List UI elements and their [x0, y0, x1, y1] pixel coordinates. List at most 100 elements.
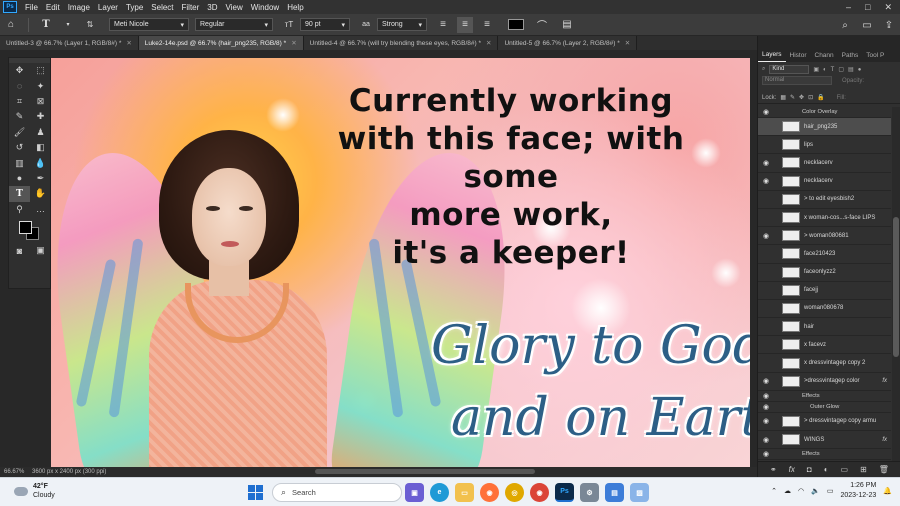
add-mask-icon[interactable]: ◘ [807, 465, 812, 474]
new-group-icon[interactable]: ▭ [841, 465, 849, 474]
share-icon[interactable]: ⇪ [881, 17, 897, 33]
layer-thumbnail[interactable] [782, 321, 800, 333]
taskbar-search[interactable]: ⌕ Search [272, 483, 402, 502]
layer-thumbnail[interactable] [782, 230, 800, 242]
layer-thumbnail[interactable] [782, 375, 800, 387]
visibility-eye-icon[interactable]: ◉ [758, 108, 774, 116]
wifi-icon[interactable]: ◠ [798, 487, 804, 495]
cloud-sync-icon[interactable]: ☁ [784, 487, 791, 495]
gradient-tool-icon[interactable]: ▥ [9, 155, 30, 170]
layer-row[interactable]: ◉ WINGS fx [758, 431, 891, 450]
weather-widget[interactable]: 42°F Cloudy [14, 482, 55, 500]
visibility-eye-icon[interactable]: ◉ [758, 159, 774, 167]
eyedropper-tool-icon[interactable]: ✎ [9, 109, 30, 124]
filter-kind-select[interactable]: Kind [769, 65, 810, 74]
layer-name[interactable]: > dressvintagep copy armu [804, 418, 876, 424]
filter-type-icon[interactable]: T [831, 67, 835, 73]
layers-scrollbar[interactable] [892, 107, 900, 461]
layer-thumbnail[interactable] [782, 284, 800, 296]
file-explorer-icon[interactable]: ▭ [455, 483, 474, 502]
lock-pixels-icon[interactable]: ✎ [790, 94, 795, 101]
zoom-level[interactable]: 66.67% [0, 469, 26, 475]
eraser-tool-icon[interactable]: ◧ [30, 140, 51, 155]
layer-name[interactable]: x woman-cos...s-face LIPS [804, 215, 875, 221]
menu-file[interactable]: File [21, 3, 42, 12]
layer-thumbnail[interactable] [782, 302, 800, 314]
scroll-thumb[interactable] [893, 217, 899, 357]
layer-name[interactable]: >dressvintagep color [804, 378, 860, 384]
document-canvas[interactable]: Currently working with this face; with s… [51, 58, 750, 467]
layer-fx-icon[interactable]: fx [882, 437, 887, 443]
align-center-icon[interactable]: ≡ [457, 16, 473, 33]
layer-name[interactable]: necklacerv [804, 178, 833, 184]
layer-row[interactable]: > to edit eyesbish2 [758, 191, 891, 209]
font-size-select[interactable]: 90 pt ▾ [300, 18, 350, 31]
history-brush-tool-icon[interactable]: ↺ [9, 140, 30, 155]
tab-untitled-3[interactable]: Untitled-3 @ 66.7% (Layer 1, RGB/8#) * ✕ [0, 36, 139, 50]
close-window-icon[interactable]: ✕ [884, 2, 892, 13]
font-family-select[interactable]: Meti Nicole ▾ [109, 18, 189, 31]
filter-adjustment-icon[interactable]: ◐ [823, 67, 827, 73]
tab-luke2-14e[interactable]: Luke2-14e.psd @ 66.7% (hair_png235, RGB/… [138, 36, 304, 50]
layer-name[interactable]: hair_png235 [804, 124, 837, 130]
more-tools-icon[interactable]: … [30, 202, 51, 217]
volume-icon[interactable]: 🔈 [811, 487, 820, 495]
new-layer-icon[interactable]: ⊞ [860, 465, 867, 474]
link-layers-icon[interactable]: ⚭ [770, 465, 777, 474]
layer-thumbnail[interactable] [782, 212, 800, 224]
menu-select[interactable]: Select [147, 3, 177, 12]
layer-row[interactable]: x facevz [758, 336, 891, 355]
layer-row[interactable]: hair [758, 318, 891, 337]
search-icon[interactable]: ⌕ [837, 17, 853, 33]
lock-artboard-icon[interactable]: ⊡ [808, 94, 813, 101]
tab-untitled-4[interactable]: Untitled-4 @ 66.7% (will try blending th… [303, 36, 499, 50]
add-style-icon[interactable]: fx [789, 465, 795, 474]
pen-tool-icon[interactable]: ✒ [30, 171, 51, 186]
layer-name[interactable]: facejj [804, 287, 818, 293]
layer-row[interactable]: ◉ necklacerv [758, 173, 891, 191]
layer-name[interactable]: hair [804, 324, 814, 330]
layer-name[interactable]: necklacerv [804, 160, 833, 166]
blend-mode-select[interactable]: Normal [762, 76, 832, 85]
chevron-up-icon[interactable]: ⌃ [771, 487, 777, 495]
frame-tool-icon[interactable]: ⊠ [30, 94, 51, 109]
layer-row[interactable]: hair_png235 [758, 118, 891, 137]
layer-row[interactable]: lips [758, 136, 891, 155]
marquee-tool-icon[interactable]: ⬚ [30, 63, 51, 78]
antialias-select[interactable]: Strong ▾ [377, 18, 427, 31]
layer-name[interactable]: > to edit eyesbish2 [804, 196, 854, 202]
layer-name[interactable]: WINGS [804, 437, 824, 443]
photoshop-taskbar-icon[interactable]: Ps [555, 483, 574, 502]
delete-layer-icon[interactable]: 🗑 [879, 465, 889, 474]
visibility-eye-icon[interactable]: ◉ [758, 377, 774, 385]
layer-name[interactable]: Outer Glow [810, 404, 839, 410]
start-button-icon[interactable] [248, 485, 263, 500]
close-icon[interactable]: ✕ [291, 39, 296, 47]
clone-stamp-tool-icon[interactable]: ♟ [30, 125, 51, 140]
layer-name[interactable]: lips [804, 142, 813, 148]
brush-tool-icon[interactable]: 🖌 [9, 125, 30, 140]
layer-fx-icon[interactable]: fx [882, 378, 887, 384]
layer-name[interactable]: Effects [802, 451, 820, 457]
align-right-icon[interactable]: ≡ [479, 17, 495, 33]
layer-thumbnail[interactable] [782, 434, 800, 446]
move-tool-icon[interactable]: ✥ [9, 63, 30, 78]
minimize-icon[interactable]: – [846, 2, 851, 13]
notification-bell-icon[interactable]: 🔔 [883, 487, 892, 495]
menu-3d[interactable]: 3D [203, 3, 221, 12]
layer-row[interactable]: facejj [758, 282, 891, 300]
layer-row[interactable]: x woman-cos...s-face LIPS [758, 209, 891, 228]
menu-view[interactable]: View [222, 3, 247, 12]
menu-window[interactable]: Window [247, 3, 283, 12]
layer-name[interactable]: faceonlyzz2 [804, 269, 836, 275]
photos-icon[interactable]: ▨ [630, 483, 649, 502]
menu-help[interactable]: Help [283, 3, 307, 12]
foreground-color-swatch[interactable] [19, 220, 32, 234]
close-icon[interactable]: ✕ [486, 39, 491, 47]
close-icon[interactable]: ✕ [625, 39, 630, 47]
visibility-eye-icon[interactable]: ◉ [758, 392, 774, 400]
teams-icon[interactable]: ▣ [405, 483, 424, 502]
notepad-icon[interactable]: ▤ [605, 483, 624, 502]
layer-row[interactable]: ◉ > dressvintagep copy armu [758, 413, 891, 431]
layer-name[interactable]: Effects [802, 393, 820, 399]
